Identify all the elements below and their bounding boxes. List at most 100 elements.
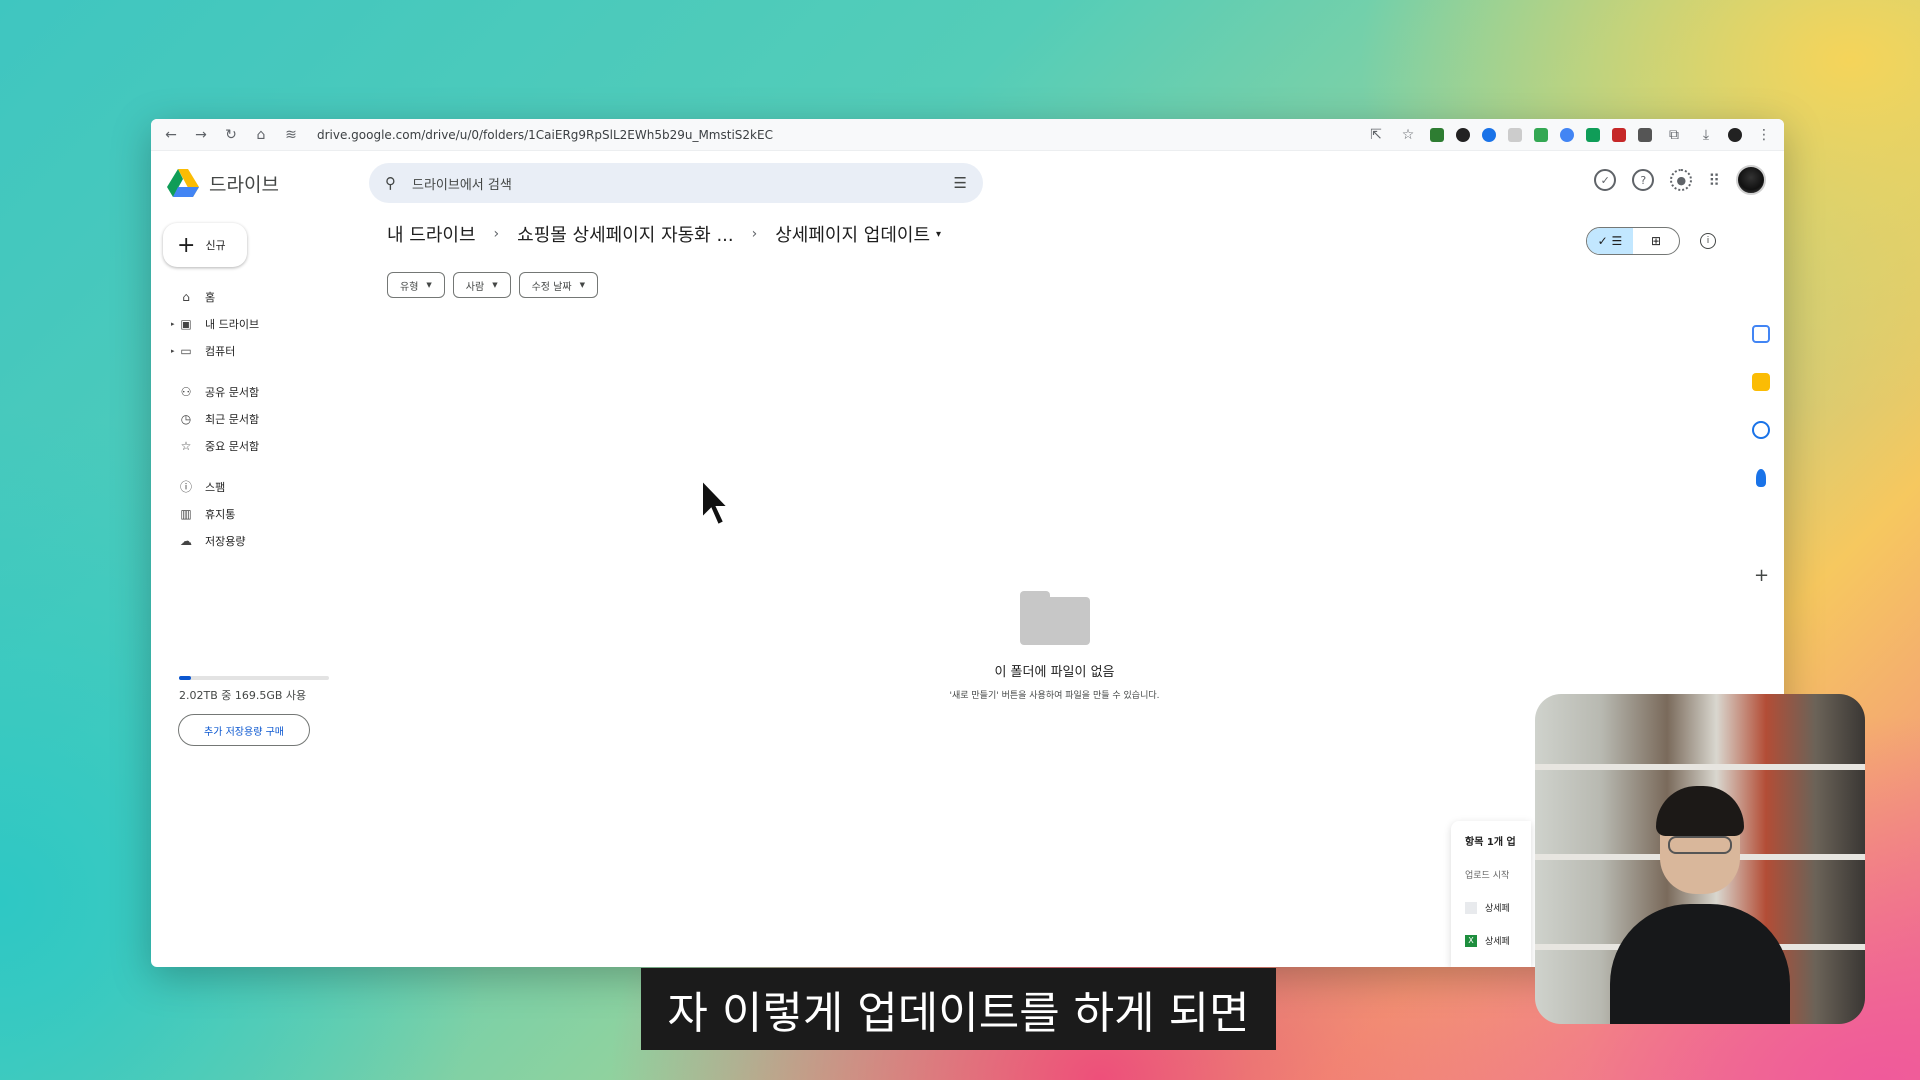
offline-status-icon[interactable]: ✓ xyxy=(1594,169,1617,191)
extension-icon[interactable] xyxy=(1456,127,1470,142)
storage-usage-fill xyxy=(179,676,191,680)
info-icon[interactable]: i xyxy=(1700,233,1716,249)
back-icon[interactable]: ← xyxy=(161,125,181,145)
extension-icon[interactable] xyxy=(1508,127,1522,142)
apps-grid-icon[interactable]: ⠿ xyxy=(1708,171,1720,190)
sidebar-item-label: 중요 문서함 xyxy=(205,439,260,453)
home-icon: ⌂ xyxy=(182,289,190,304)
filter-label: 수정 날짜 xyxy=(531,281,572,293)
video-subtitle: 자 이렇게 업데이트를 하게 되면 xyxy=(641,968,1276,1050)
upload-item[interactable]: 상세페 xyxy=(1465,901,1517,914)
sidebar-item-storage[interactable]: ☁ 저장용량 xyxy=(151,527,371,554)
extension-icon[interactable] xyxy=(1482,127,1496,142)
upload-item-label: 상세페 xyxy=(1485,904,1510,914)
tasks-icon[interactable] xyxy=(1752,421,1770,439)
extension-icon[interactable] xyxy=(1430,127,1444,142)
shared-icon: ⚇ xyxy=(180,384,192,399)
sidebar-item-shared[interactable]: ⚇ 공유 문서함 xyxy=(151,378,371,405)
sidebar-item-computers[interactable]: ▸ ▭ 컴퓨터 xyxy=(151,337,371,364)
expand-caret-icon[interactable]: ▸ xyxy=(171,347,175,355)
sidebar-item-label: 스팸 xyxy=(205,480,226,494)
filter-label: 사람 xyxy=(465,281,485,293)
sidebar-item-label: 컴퓨터 xyxy=(205,344,236,358)
calendar-icon[interactable] xyxy=(1752,325,1770,343)
empty-state: 이 폴더에 파일이 없음 '새로 만들기' 버튼을 사용하여 파일을 만들 수 … xyxy=(369,591,1740,701)
sidebar-nav: ⌂ 홈 ▸ ▣ 내 드라이브 ▸ ▭ 컴퓨터 ⚇ 공유 문서함 ◷ 최근 문서함 xyxy=(151,283,371,554)
add-addon-icon[interactable]: + xyxy=(1754,565,1769,586)
breadcrumb-root[interactable]: 내 드라이브 xyxy=(387,221,476,247)
sidebar-item-my-drive[interactable]: ▸ ▣ 내 드라이브 xyxy=(151,310,371,337)
home-browser-icon[interactable]: ⌂ xyxy=(251,125,271,145)
upload-status: 업로드 시작 xyxy=(1465,871,1510,881)
search-icon[interactable]: ⚲ xyxy=(385,174,396,192)
view-toggle: ✓ ☰ ⊞ xyxy=(1586,227,1680,255)
chevron-right-icon: › xyxy=(751,226,758,242)
reload-icon[interactable]: ↻ xyxy=(221,125,241,145)
filter-label: 유형 xyxy=(400,281,419,293)
upload-panel-title: 항목 1개 업 xyxy=(1465,837,1516,848)
filter-type[interactable]: 유형 ▼ xyxy=(387,272,445,298)
list-view-button[interactable]: ✓ ☰ xyxy=(1587,228,1633,254)
app-name: 드라이브 xyxy=(209,173,279,196)
search-bar[interactable]: ⚲ 드라이브에서 검색 ☰ xyxy=(369,163,983,203)
settings-gear-icon[interactable]: ● xyxy=(1670,169,1693,191)
computer-icon: ▭ xyxy=(180,343,192,358)
extension-icon[interactable] xyxy=(1534,127,1548,142)
help-icon[interactable]: ? xyxy=(1632,169,1655,191)
bookmark-star-icon[interactable]: ☆ xyxy=(1398,125,1418,145)
extension-icon[interactable] xyxy=(1560,127,1574,142)
filter-modified[interactable]: 수정 날짜 ▼ xyxy=(518,272,598,298)
forward-icon[interactable]: → xyxy=(191,125,211,145)
sidebar-item-home[interactable]: ⌂ 홈 xyxy=(151,283,371,310)
search-input[interactable]: 드라이브에서 검색 xyxy=(412,174,938,193)
sidebar: + 신규 ⌂ 홈 ▸ ▣ 내 드라이브 ▸ ▭ 컴퓨터 ⚇ 공유 문서함 ◷ 최… xyxy=(151,213,371,967)
extensions-puzzle-icon[interactable]: ⧉ xyxy=(1664,125,1684,145)
extension-icon[interactable] xyxy=(1586,127,1600,142)
sidebar-item-label: 내 드라이브 xyxy=(205,317,260,331)
storage-usage-bar xyxy=(179,676,329,680)
sidebar-item-recent[interactable]: ◷ 최근 문서함 xyxy=(151,405,371,432)
extension-icon[interactable] xyxy=(1612,127,1626,142)
profile-icon[interactable] xyxy=(1728,127,1742,142)
header-actions: ✓ ? ● ⠿ xyxy=(1594,165,1766,195)
sidebar-item-trash[interactable]: ▥ 휴지통 xyxy=(151,500,371,527)
search-options-icon[interactable]: ☰ xyxy=(954,174,967,192)
contacts-icon[interactable] xyxy=(1756,469,1766,487)
extension-icon[interactable] xyxy=(1638,127,1652,142)
open-external-icon[interactable]: ⇱ xyxy=(1366,125,1386,145)
sheets-file-icon: X xyxy=(1465,934,1477,947)
site-settings-icon[interactable]: ≋ xyxy=(281,125,301,145)
empty-state-title: 이 폴더에 파일이 없음 xyxy=(994,665,1115,680)
dropdown-arrow-icon: ▼ xyxy=(426,281,432,289)
grid-view-button[interactable]: ⊞ xyxy=(1633,228,1679,254)
extension-bar: ⇱ ☆ ⧉ ⤓ ⋮ xyxy=(1366,125,1774,145)
storage-text: 2.02TB 중 169.5GB 사용 xyxy=(179,689,307,702)
browser-menu-icon[interactable]: ⋮ xyxy=(1754,125,1774,145)
dropdown-arrow-icon: ▾ xyxy=(936,228,942,240)
breadcrumb-current-label: 상세페이지 업데이트 xyxy=(775,225,931,246)
buy-storage-button[interactable]: 추가 저장용량 구매 xyxy=(178,714,310,746)
breadcrumb-current[interactable]: 상세페이지 업데이트 ▾ xyxy=(775,221,941,247)
keep-icon[interactable] xyxy=(1752,373,1770,391)
file-icon xyxy=(1465,901,1477,914)
sidebar-item-starred[interactable]: ☆ 중요 문서함 xyxy=(151,432,371,459)
upload-item[interactable]: X 상세페 xyxy=(1465,934,1517,947)
star-icon: ☆ xyxy=(180,438,192,453)
breadcrumb: 내 드라이브 › 쇼핑몰 상세페이지 자동화 ... › 상세페이지 업데이트 … xyxy=(387,221,941,247)
filter-chips: 유형 ▼ 사람 ▼ 수정 날짜 ▼ xyxy=(387,272,598,298)
avatar[interactable] xyxy=(1736,165,1766,195)
expand-caret-icon[interactable]: ▸ xyxy=(171,320,175,328)
breadcrumb-parent[interactable]: 쇼핑몰 상세페이지 자동화 ... xyxy=(517,221,734,247)
dropdown-arrow-icon: ▼ xyxy=(492,281,498,289)
trash-icon: ▥ xyxy=(180,506,192,521)
drive-logo[interactable]: 드라이브 xyxy=(167,169,279,197)
upload-item-label: 상세페 xyxy=(1485,937,1510,947)
filter-people[interactable]: 사람 ▼ xyxy=(452,272,511,298)
new-button[interactable]: + 신규 xyxy=(163,223,247,267)
sidebar-item-spam[interactable]: ⓘ 스팸 xyxy=(151,473,371,500)
webcam-overlay xyxy=(1535,694,1865,1024)
chevron-right-icon: › xyxy=(493,226,500,242)
new-button-label: 신규 xyxy=(205,239,226,252)
download-icon[interactable]: ⤓ xyxy=(1696,125,1716,145)
address-bar[interactable]: drive.google.com/drive/u/0/folders/1CaiE… xyxy=(317,128,1356,142)
